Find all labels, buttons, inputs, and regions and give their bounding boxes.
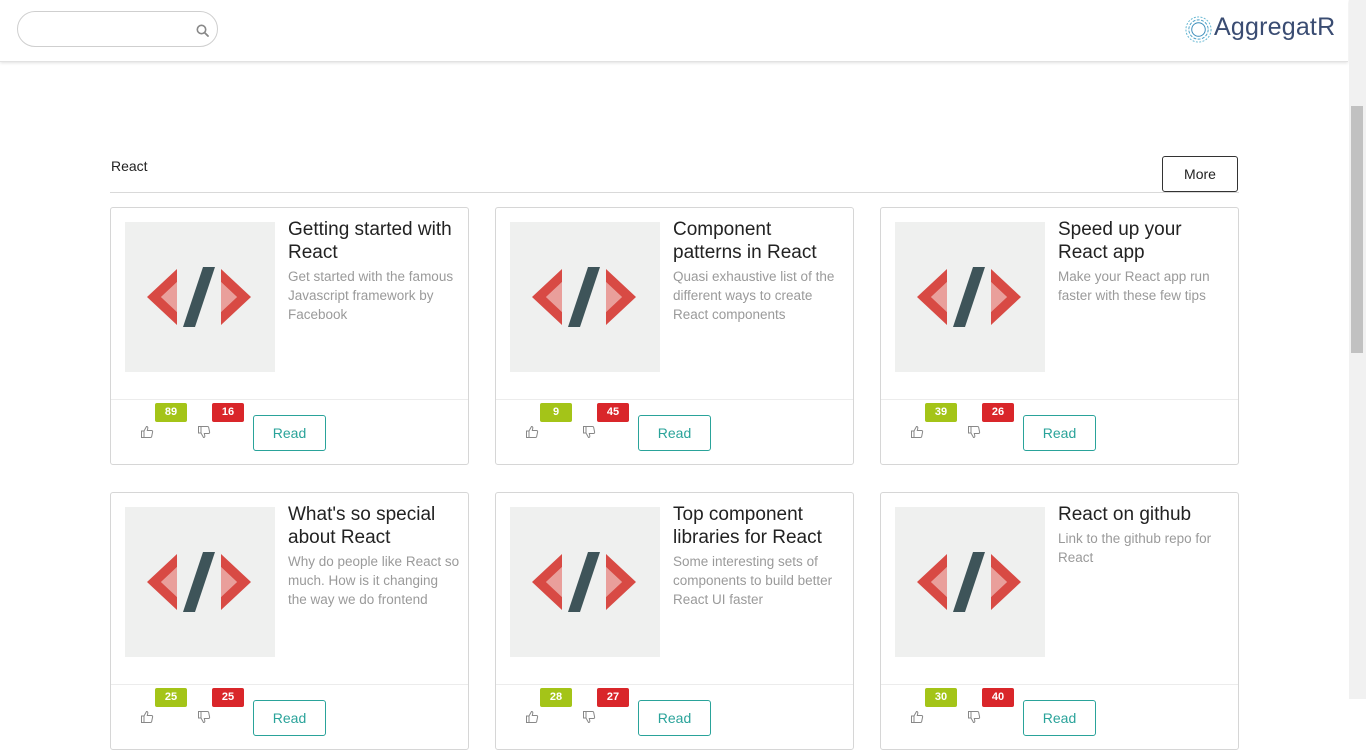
thumbs-down-icon[interactable] — [197, 425, 211, 439]
upvote-count: 28 — [540, 688, 572, 707]
card-footer-divider — [111, 684, 468, 685]
code-brackets-icon — [917, 552, 1021, 612]
thumbs-down-icon[interactable] — [582, 425, 596, 439]
read-button[interactable]: Read — [1023, 700, 1096, 736]
aggregatr-logo-icon — [1185, 16, 1212, 43]
article-card: Component patterns in React Quasi exhaus… — [495, 207, 854, 465]
read-button[interactable]: Read — [1023, 415, 1096, 451]
read-button[interactable]: Read — [638, 415, 711, 451]
article-title[interactable]: Component patterns in React — [673, 218, 845, 264]
article-card: Getting started with React Get started w… — [110, 207, 469, 465]
downvote-count: 26 — [982, 403, 1014, 422]
article-title[interactable]: Top component libraries for React — [673, 503, 845, 549]
article-thumbnail[interactable] — [510, 507, 660, 657]
thumbs-down-icon[interactable] — [967, 425, 981, 439]
section-title: React — [111, 158, 148, 174]
downvote-count: 16 — [212, 403, 244, 422]
card-footer-divider — [496, 399, 853, 400]
article-title[interactable]: Speed up your React app — [1058, 218, 1230, 264]
card-footer-divider — [881, 684, 1238, 685]
article-thumbnail[interactable] — [895, 222, 1045, 372]
article-description: Quasi exhaustive list of the different w… — [673, 269, 835, 322]
thumbs-up-icon[interactable] — [525, 710, 539, 724]
article-description: Get started with the famous Javascript f… — [288, 269, 454, 322]
article-description: Some interesting sets of components to b… — [673, 554, 833, 607]
upvote-count: 39 — [925, 403, 957, 422]
article-description: Make your React app run faster with thes… — [1058, 269, 1210, 303]
search-icon[interactable] — [196, 24, 209, 37]
downvote-count: 25 — [212, 688, 244, 707]
thumbs-down-icon[interactable] — [967, 710, 981, 724]
article-title[interactable]: What's so special about React — [288, 503, 460, 549]
article-title[interactable]: Getting started with React — [288, 218, 460, 264]
card-footer-divider — [496, 684, 853, 685]
code-brackets-icon — [532, 267, 636, 327]
downvote-count: 45 — [597, 403, 629, 422]
downvote-count: 27 — [597, 688, 629, 707]
article-thumbnail[interactable] — [125, 222, 275, 372]
search-box[interactable] — [17, 11, 218, 47]
page-scrollbar[interactable] — [1349, 0, 1366, 699]
thumbs-down-icon[interactable] — [197, 710, 211, 724]
scrollbar-thumb[interactable] — [1351, 106, 1363, 353]
read-button[interactable]: Read — [253, 700, 326, 736]
thumbs-up-icon[interactable] — [910, 710, 924, 724]
card-footer-divider — [881, 399, 1238, 400]
article-thumbnail[interactable] — [895, 507, 1045, 657]
code-brackets-icon — [147, 552, 251, 612]
article-card: Top component libraries for React Some i… — [495, 492, 854, 750]
upvote-count: 9 — [540, 403, 572, 422]
article-description: Why do people like React so much. How is… — [288, 554, 460, 607]
search-input[interactable] — [30, 20, 194, 40]
article-thumbnail[interactable] — [510, 222, 660, 372]
downvote-count: 40 — [982, 688, 1014, 707]
thumbs-up-icon[interactable] — [140, 710, 154, 724]
more-button[interactable]: More — [1162, 156, 1238, 192]
article-card: React on github Link to the github repo … — [880, 492, 1239, 750]
top-header: AggregatR — [0, 0, 1348, 62]
thumbs-down-icon[interactable] — [582, 710, 596, 724]
upvote-count: 25 — [155, 688, 187, 707]
article-title[interactable]: React on github — [1058, 503, 1230, 526]
code-brackets-icon — [147, 267, 251, 327]
code-brackets-icon — [532, 552, 636, 612]
article-card: Speed up your React app Make your React … — [880, 207, 1239, 465]
upvote-count: 89 — [155, 403, 187, 422]
card-footer-divider — [111, 399, 468, 400]
read-button[interactable]: Read — [253, 415, 326, 451]
upvote-count: 30 — [925, 688, 957, 707]
article-card: What's so special about React Why do peo… — [110, 492, 469, 750]
article-description: Link to the github repo for React — [1058, 531, 1212, 565]
thumbs-up-icon[interactable] — [910, 425, 924, 439]
code-brackets-icon — [917, 267, 1021, 327]
thumbs-up-icon[interactable] — [140, 425, 154, 439]
section-divider — [110, 192, 1239, 193]
article-thumbnail[interactable] — [125, 507, 275, 657]
read-button[interactable]: Read — [638, 700, 711, 736]
logo-text: AggregatR — [1214, 13, 1336, 41]
thumbs-up-icon[interactable] — [525, 425, 539, 439]
